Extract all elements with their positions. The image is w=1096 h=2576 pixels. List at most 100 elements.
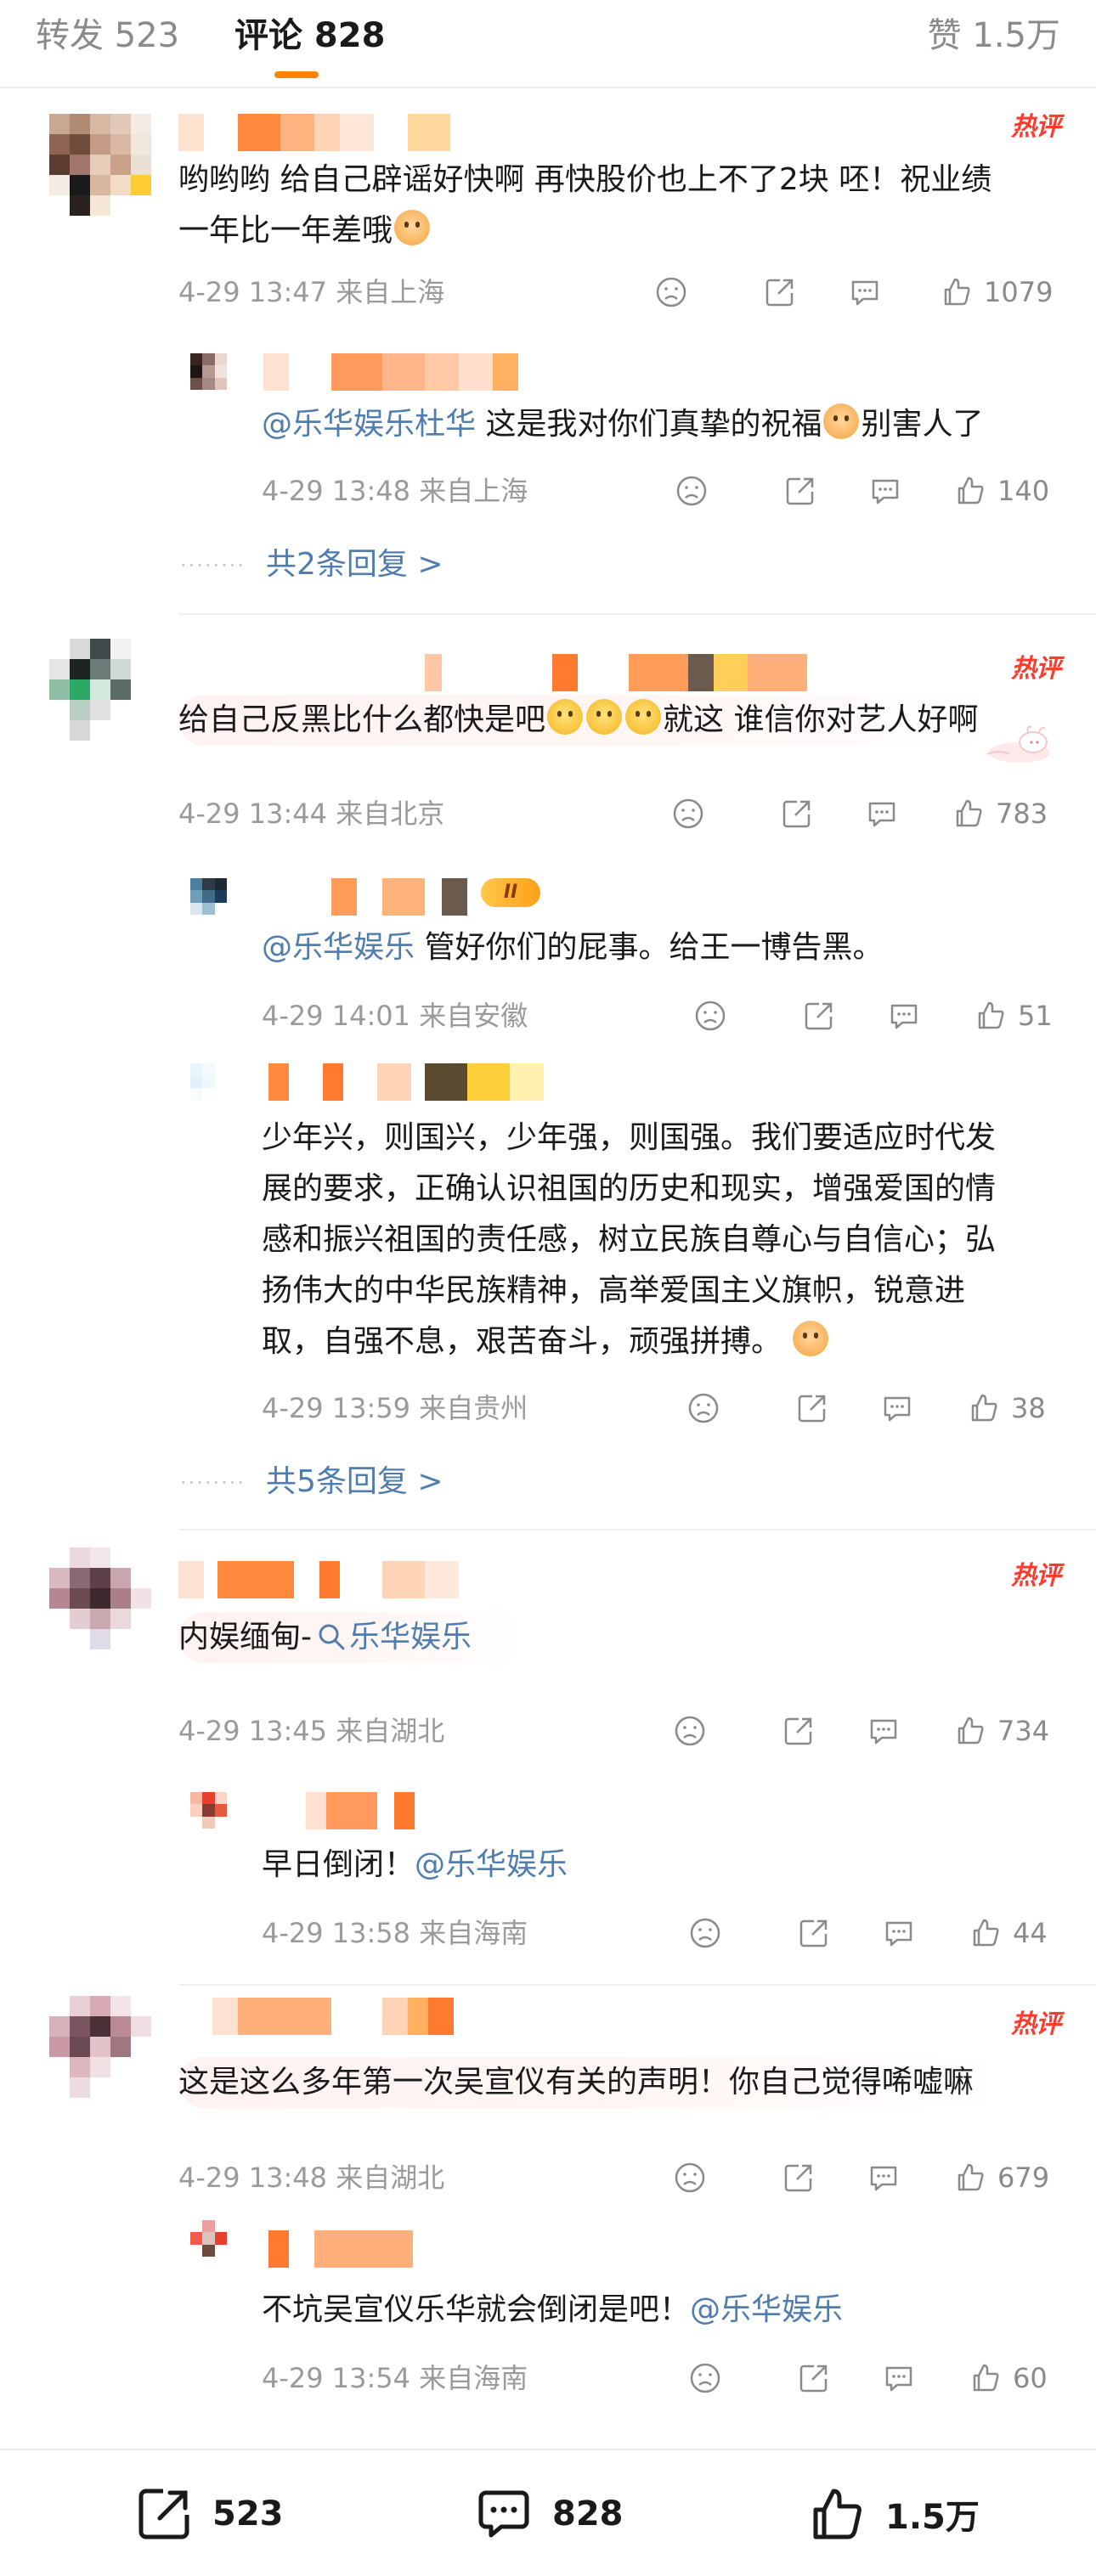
mention-link[interactable]: @乐华娱乐 — [415, 1847, 568, 1882]
dislike-button[interactable] — [675, 472, 709, 510]
repost-button[interactable]: 523 — [134, 2484, 284, 2544]
reply-button[interactable] — [867, 2159, 901, 2196]
avatar[interactable] — [190, 1063, 251, 1125]
dislike-button[interactable] — [673, 2159, 707, 2196]
avatar[interactable] — [49, 1996, 151, 2098]
username-blurred[interactable] — [263, 353, 535, 391]
share-icon — [786, 477, 814, 505]
more-replies-link[interactable]: ········ 共5条回复 > — [180, 1461, 443, 1504]
comment-icon — [478, 2490, 529, 2538]
share-icon — [782, 800, 811, 828]
more-replies-link[interactable]: ········ 共2条回复 > — [180, 544, 443, 587]
share-button[interactable] — [780, 795, 814, 832]
bottom-action-bar: 523 828 1.5万 — [0, 2449, 1096, 2576]
share-button[interactable] — [763, 273, 797, 311]
like-icon — [813, 2489, 862, 2539]
like-count: 51 — [1018, 1000, 1053, 1032]
dislike-button[interactable] — [686, 1389, 720, 1427]
like-button[interactable]: 38 — [967, 1389, 1046, 1427]
username-blurred[interactable] — [268, 1063, 549, 1101]
reply-button[interactable] — [880, 1389, 914, 1427]
reply-button[interactable] — [887, 997, 921, 1034]
hot-comment-badge: 热评 — [1011, 1561, 1061, 1591]
like-count: 679 — [997, 2162, 1050, 2194]
reply-actions: 44 — [688, 1914, 1062, 1952]
reply-button[interactable] — [882, 1914, 916, 1952]
comment-meta: 4-29 13:45 来自湖北 — [178, 1715, 445, 1747]
repost-count: 523 — [212, 2494, 284, 2534]
username-blurred[interactable] — [178, 1561, 493, 1598]
like-button[interactable]: 140 — [953, 472, 1049, 510]
share-icon — [138, 2489, 189, 2539]
like-icon — [971, 1394, 997, 1422]
dislike-button[interactable] — [673, 1712, 707, 1750]
like-icon — [958, 1716, 984, 1745]
username-blurred[interactable] — [178, 654, 807, 691]
reply-button[interactable] — [882, 2359, 916, 2397]
share-button[interactable] — [782, 2159, 816, 2196]
comment-icon — [870, 2166, 897, 2191]
share-button[interactable] — [782, 1712, 816, 1750]
reply-button[interactable] — [848, 273, 882, 311]
dislike-button[interactable] — [654, 273, 688, 311]
comment-actions: 783 — [671, 795, 1062, 832]
avatar[interactable] — [190, 2220, 251, 2281]
comment-tabbar: 转发 523 评论 828 赞 1.5万 — [0, 0, 1096, 88]
avatar[interactable] — [49, 1547, 151, 1649]
comment-icon — [884, 1396, 911, 1422]
comment-icon — [851, 280, 878, 306]
like-button[interactable]: 679 — [953, 2159, 1049, 2196]
reply-button[interactable] — [867, 1712, 901, 1750]
like-button[interactable]: 783 — [952, 795, 1048, 832]
search-link[interactable]: 乐华娱乐 — [312, 1620, 472, 1654]
username-blurred[interactable] — [263, 878, 484, 916]
mention-link[interactable]: @乐华娱乐 — [262, 930, 415, 965]
avatar[interactable] — [190, 353, 251, 414]
like-button[interactable]: 44 — [969, 1914, 1048, 1952]
mention-link[interactable]: @乐华娱乐杜华 — [262, 407, 476, 442]
share-icon — [766, 279, 794, 307]
reply-text: 不坑吴宣仪乐华就会倒闭是吧！@乐华娱乐 — [262, 2292, 844, 2327]
avatar[interactable] — [190, 1792, 251, 1853]
tab-like[interactable]: 赞 1.5万 — [928, 12, 1060, 59]
like-icon — [973, 2364, 999, 2392]
comment-count: 828 — [552, 2494, 624, 2534]
dislike-icon — [690, 1918, 720, 1948]
like-button[interactable]: 1079 — [940, 273, 1053, 311]
username-blurred[interactable] — [178, 1998, 476, 2035]
avatar[interactable] — [49, 639, 151, 741]
avatar[interactable] — [49, 114, 151, 216]
share-button[interactable] — [802, 997, 836, 1034]
like-button[interactable]: 734 — [953, 1712, 1049, 1750]
like-button[interactable]: 1.5万 — [807, 2484, 980, 2544]
share-button[interactable] — [797, 2359, 831, 2397]
reply-button[interactable] — [865, 795, 899, 832]
emoji-icon — [394, 210, 431, 245]
reply-actions: 51 — [693, 997, 1062, 1034]
tab-comment[interactable]: 评论 828 — [234, 12, 385, 59]
share-button[interactable] — [797, 1914, 831, 1952]
dislike-button[interactable] — [688, 1914, 722, 1952]
share-button[interactable] — [783, 472, 817, 510]
comment-button[interactable]: 828 — [474, 2484, 624, 2544]
mention-link[interactable]: @乐华娱乐 — [690, 2292, 843, 2327]
comment-icon — [868, 802, 895, 827]
reply-button[interactable] — [868, 472, 902, 510]
tab-repost[interactable]: 转发 523 — [36, 12, 179, 59]
avatar[interactable] — [190, 878, 251, 939]
dislike-button[interactable] — [688, 2359, 722, 2397]
comment-meta: 4-29 13:44 来自北京 — [178, 798, 445, 830]
username-blurred[interactable] — [178, 114, 450, 151]
share-icon — [784, 1717, 812, 1745]
reply-actions: 140 — [675, 472, 1062, 510]
username-blurred[interactable] — [268, 2230, 413, 2268]
emoji-icon — [823, 403, 860, 439]
like-button[interactable]: 60 — [969, 2359, 1048, 2397]
like-button[interactable]: 51 — [974, 997, 1053, 1034]
dislike-button[interactable] — [693, 997, 727, 1034]
dislike-button[interactable] — [671, 795, 705, 832]
share-button[interactable] — [795, 1389, 829, 1427]
comment-icon — [872, 479, 899, 504]
reply-actions: 60 — [688, 2359, 1062, 2397]
username-blurred[interactable] — [263, 1792, 416, 1829]
